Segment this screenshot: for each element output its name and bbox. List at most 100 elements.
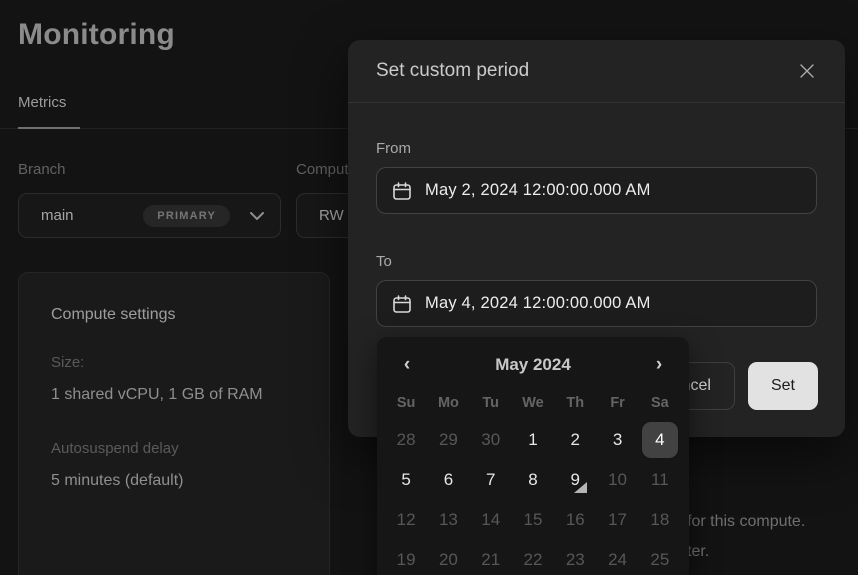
tab-metrics[interactable]: Metrics	[18, 94, 66, 111]
calendar-icon	[391, 180, 413, 202]
close-icon[interactable]	[793, 57, 821, 85]
calendar-day[interactable]: 3	[596, 420, 638, 460]
calendar-weekday: Mo	[427, 388, 469, 418]
size-label: Size:	[51, 354, 84, 371]
calendar-weekday: Tu	[470, 388, 512, 418]
calendar-day-number: 5	[388, 462, 424, 498]
calendar-day[interactable]: 23	[554, 540, 596, 575]
calendar-day[interactable]: 11	[639, 460, 681, 500]
calendar-week-row: 19202122232425	[385, 540, 681, 575]
page-title: Monitoring	[18, 18, 175, 52]
calendar-weekday: Th	[554, 388, 596, 418]
calendar-day-number: 22	[515, 542, 551, 575]
calendar-day-number: 28	[388, 422, 424, 458]
calendar-day-number: 7	[473, 462, 509, 498]
calendar-day-number: 25	[642, 542, 678, 575]
calendar-day[interactable]: 18	[639, 500, 681, 540]
primary-badge: PRIMARY	[143, 205, 230, 227]
to-label: To	[376, 253, 392, 270]
modal-title: Set custom period	[376, 60, 529, 82]
calendar-day[interactable]: 13	[427, 500, 469, 540]
calendar-day[interactable]: 14	[470, 500, 512, 540]
compute-settings-card: Compute settings Size: 1 shared vCPU, 1 …	[18, 272, 330, 575]
calendar-day-number: 24	[600, 542, 636, 575]
calendar-day[interactable]: 9	[554, 460, 596, 500]
chevron-down-icon	[250, 212, 264, 220]
from-value: May 2, 2024 12:00:00.000 AM	[425, 181, 651, 200]
calendar-day[interactable]: 10	[596, 460, 638, 500]
compute-value: RW	[319, 207, 344, 224]
calendar-weekday: Fr	[596, 388, 638, 418]
calendar-day[interactable]: 5	[385, 460, 427, 500]
calendar-day[interactable]: 20	[427, 540, 469, 575]
calendar-day-number: 4	[642, 422, 678, 458]
branch-label: Branch	[18, 161, 66, 178]
calendar-day-number: 20	[430, 542, 466, 575]
from-label: From	[376, 140, 411, 157]
calendar-grid: 2829301234567891011121314151617181920212…	[385, 420, 681, 575]
calendar-day[interactable]: 2	[554, 420, 596, 460]
calendar-week-row: 2829301234	[385, 420, 681, 460]
compute-settings-title: Compute settings	[51, 306, 176, 324]
from-input[interactable]: May 2, 2024 12:00:00.000 AM	[376, 167, 817, 214]
calendar-day-number: 12	[388, 502, 424, 538]
calendar-icon	[391, 293, 413, 315]
calendar-day[interactable]: 4	[639, 420, 681, 460]
calendar-day[interactable]: 16	[554, 500, 596, 540]
calendar-day[interactable]: 19	[385, 540, 427, 575]
calendar-week-row: 12131415161718	[385, 500, 681, 540]
set-button[interactable]: Set	[748, 362, 818, 410]
calendar-day-number: 29	[430, 422, 466, 458]
calendar-day[interactable]: 12	[385, 500, 427, 540]
calendar-day[interactable]: 6	[427, 460, 469, 500]
calendar-weekday: Su	[385, 388, 427, 418]
calendar-weekday-row: SuMoTuWeThFrSa	[385, 388, 681, 418]
active-tab-indicator	[18, 127, 80, 129]
calendar-day[interactable]: 15	[512, 500, 554, 540]
calendar-day-number: 6	[430, 462, 466, 498]
calendar-popup: ‹ May 2024 › SuMoTuWeThFrSa 282930123456…	[377, 337, 689, 575]
calendar-weekday: Sa	[639, 388, 681, 418]
to-input[interactable]: May 4, 2024 12:00:00.000 AM	[376, 280, 817, 327]
calendar-day-number: 14	[473, 502, 509, 538]
calendar-day[interactable]: 1	[512, 420, 554, 460]
calendar-day[interactable]: 30	[470, 420, 512, 460]
calendar-day-number: 8	[515, 462, 551, 498]
background-text-fragment: ter.	[687, 543, 709, 561]
calendar-day-number: 13	[430, 502, 466, 538]
branch-value: main	[41, 207, 74, 224]
modal-header: Set custom period	[348, 40, 845, 103]
calendar-day-number: 18	[642, 502, 678, 538]
calendar-weekday: We	[512, 388, 554, 418]
calendar-day[interactable]: 29	[427, 420, 469, 460]
calendar-day-number: 10	[600, 462, 636, 498]
calendar-day-number: 23	[557, 542, 593, 575]
monitoring-screen: Monitoring Metrics Branch main PRIMARY C…	[0, 0, 858, 575]
size-value: 1 shared vCPU, 1 GB of RAM	[51, 386, 263, 404]
calendar-day[interactable]: 28	[385, 420, 427, 460]
calendar-day-number: 11	[642, 462, 678, 498]
next-month-icon[interactable]: ›	[647, 353, 671, 377]
calendar-day[interactable]: 17	[596, 500, 638, 540]
branch-select[interactable]: main PRIMARY	[18, 193, 281, 238]
calendar-day-number: 16	[557, 502, 593, 538]
calendar-day-number: 15	[515, 502, 551, 538]
calendar-day[interactable]: 21	[470, 540, 512, 575]
calendar-day[interactable]: 22	[512, 540, 554, 575]
calendar-day-number: 1	[515, 422, 551, 458]
autosuspend-label: Autosuspend delay	[51, 440, 179, 457]
prev-month-icon[interactable]: ‹	[395, 353, 419, 377]
calendar-day[interactable]: 7	[470, 460, 512, 500]
calendar-day-number: 2	[557, 422, 593, 458]
calendar-day-number: 21	[473, 542, 509, 575]
background-text-fragment: for this compute.	[687, 513, 805, 531]
calendar-week-row: 567891011	[385, 460, 681, 500]
calendar-header: ‹ May 2024 ›	[385, 350, 681, 380]
calendar-day[interactable]: 25	[639, 540, 681, 575]
calendar-day-number: 17	[600, 502, 636, 538]
autosuspend-value: 5 minutes (default)	[51, 472, 184, 490]
calendar-day-number: 19	[388, 542, 424, 575]
calendar-day[interactable]: 8	[512, 460, 554, 500]
calendar-day[interactable]: 24	[596, 540, 638, 575]
calendar-day-number: 3	[600, 422, 636, 458]
